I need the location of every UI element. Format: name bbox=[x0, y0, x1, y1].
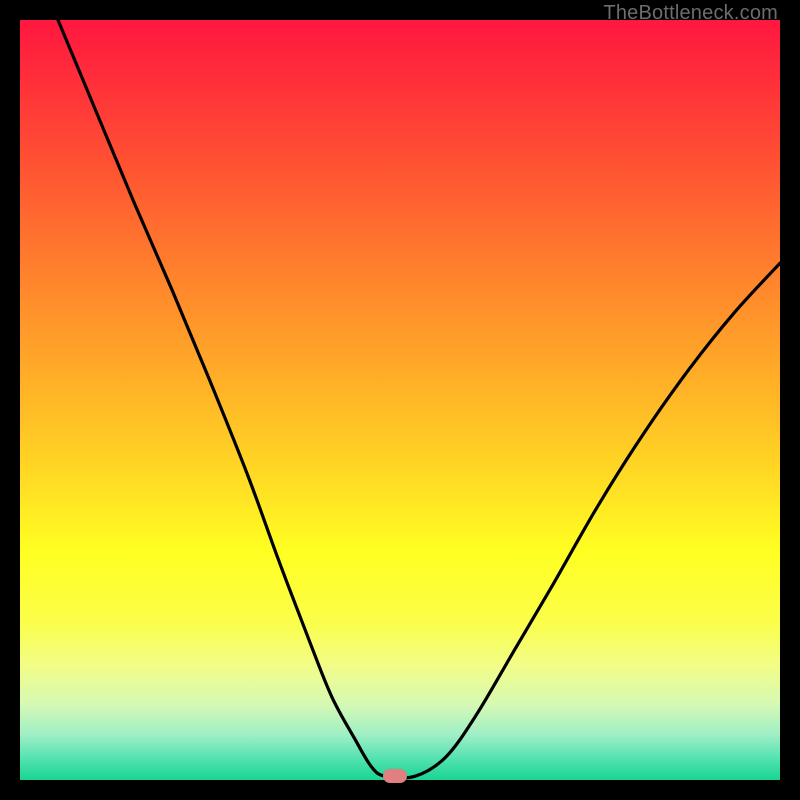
watermark-text: TheBottleneck.com bbox=[603, 2, 778, 25]
bottleneck-curve bbox=[20, 20, 780, 780]
optimal-marker bbox=[383, 769, 407, 783]
chart-frame: TheBottleneck.com bbox=[0, 0, 800, 800]
plot-area bbox=[20, 20, 780, 780]
